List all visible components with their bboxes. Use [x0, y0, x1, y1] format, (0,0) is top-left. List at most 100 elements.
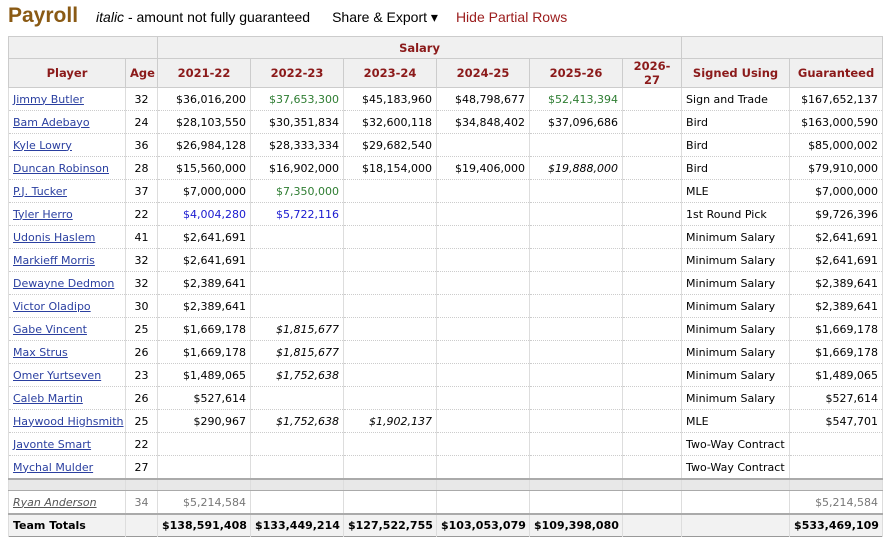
player-link[interactable]: Javonte Smart	[13, 438, 91, 451]
signed-using-cell: Minimum Salary	[681, 225, 791, 249]
salary-cell	[621, 248, 683, 272]
column-header-2026-27[interactable]: 2026-27	[621, 58, 683, 88]
group-blank	[681, 36, 884, 59]
player-link[interactable]: Tyler Herro	[13, 208, 73, 221]
table-row: Gabe Vincent 25 $1,669,178 $1,815,677 Minimu…	[8, 317, 884, 341]
player-link[interactable]: Gabe Vincent	[13, 323, 87, 336]
age-cell: 22	[125, 202, 158, 226]
salary-cell: $7,350,000	[250, 179, 344, 203]
column-header-2023-24[interactable]: 2023-24	[343, 58, 437, 88]
salary-cell	[436, 455, 530, 480]
column-header-age[interactable]: Age	[125, 58, 158, 88]
salary-group-header: Salary	[156, 36, 683, 59]
separator-cell	[157, 478, 251, 491]
age-cell: 41	[125, 225, 158, 249]
salary-cell	[529, 133, 623, 157]
player-cell: Caleb Martin	[8, 386, 126, 410]
salary-cell: $1,669,178	[157, 340, 251, 364]
salary-cell	[529, 455, 623, 480]
guaranteed-cell: $2,389,641	[789, 271, 884, 295]
salary-cell: $19,406,000	[436, 156, 530, 180]
signed-using-cell: Sign and Trade	[681, 87, 791, 111]
column-header-2021-22[interactable]: 2021-22	[157, 58, 251, 88]
salary-cell	[621, 87, 683, 111]
group-blank	[8, 36, 158, 59]
guaranteed-cell: $9,726,396	[789, 202, 884, 226]
salary-cell: $32,600,118	[343, 110, 437, 134]
table-row: Bam Adebayo 24 $28,103,550 $30,351,834 $32,6…	[8, 110, 884, 134]
guaranteed-cell	[789, 432, 884, 456]
player-cell: P.J. Tucker	[8, 179, 126, 203]
separator-row	[8, 478, 884, 491]
salary-cell: $19,888,000	[529, 156, 623, 180]
player-cell: Mychal Mulder	[8, 455, 126, 480]
salary-cell	[157, 432, 251, 456]
column-header-2025-26[interactable]: 2025-26	[529, 58, 623, 88]
player-link[interactable]: Udonis Haslem	[13, 231, 95, 244]
legend-note: italic - amount not fully guaranteed	[96, 9, 310, 25]
salary-cell	[529, 225, 623, 249]
salary-cell: $1,489,065	[157, 363, 251, 387]
separator-cell	[125, 478, 158, 491]
salary-cell: $4,004,280	[157, 202, 251, 226]
guaranteed-cell: $2,389,641	[789, 294, 884, 318]
hide-partial-rows-link[interactable]: Hide Partial Rows	[456, 9, 567, 25]
salary-cell	[343, 340, 437, 364]
player-cell: Victor Oladipo	[8, 294, 126, 318]
salary-cell	[621, 317, 683, 341]
signed-using-cell: Minimum Salary	[681, 248, 791, 272]
signed-using-cell: MLE	[681, 179, 791, 203]
salary-cell	[250, 455, 344, 480]
age-cell: 26	[125, 340, 158, 364]
player-cell: Kyle Lowry	[8, 133, 126, 157]
player-link[interactable]: Ryan Anderson	[13, 496, 97, 509]
signed-using-cell: 1st Round Pick	[681, 202, 791, 226]
dead-money-row: Ryan Anderson 34 $5,214,584 $5,214,584	[8, 490, 884, 515]
separator-cell	[621, 478, 683, 491]
salary-cell	[436, 133, 530, 157]
salary-cell	[529, 179, 623, 203]
player-link[interactable]: Caleb Martin	[13, 392, 83, 405]
share-export-button[interactable]: Share & Export ▾	[332, 9, 438, 26]
player-link[interactable]: Mychal Mulder	[13, 461, 93, 474]
guaranteed-cell: $527,614	[789, 386, 884, 410]
group-header-row: Salary	[8, 36, 884, 59]
player-link[interactable]: Dewayne Dedmon	[13, 277, 114, 290]
player-link[interactable]: Bam Adebayo	[13, 116, 90, 129]
salary-cell: $1,815,677	[250, 317, 344, 341]
salary-cell	[343, 363, 437, 387]
age-cell: 30	[125, 294, 158, 318]
age-cell: 25	[125, 409, 158, 433]
salary-cell	[250, 225, 344, 249]
payroll-header: Payroll italic - amount not fully guaran…	[8, 4, 567, 28]
player-link[interactable]: Haywood Highsmith	[13, 415, 124, 428]
salary-cell	[343, 432, 437, 456]
salary-cell: $1,815,677	[250, 340, 344, 364]
column-header-player[interactable]: Player	[8, 58, 126, 88]
age-cell: 26	[125, 386, 158, 410]
player-link[interactable]: Markieff Morris	[13, 254, 95, 267]
salary-cell	[529, 202, 623, 226]
player-link[interactable]: Victor Oladipo	[13, 300, 91, 313]
salary-cell	[436, 317, 530, 341]
player-link[interactable]: P.J. Tucker	[13, 185, 67, 198]
player-link[interactable]: Duncan Robinson	[13, 162, 109, 175]
column-header-2022-23[interactable]: 2022-23	[250, 58, 344, 88]
page-title: Payroll	[8, 4, 79, 27]
signed-using-cell	[681, 490, 791, 515]
table-row: Max Strus 26 $1,669,178 $1,815,677 Minimum S…	[8, 340, 884, 364]
player-link[interactable]: Kyle Lowry	[13, 139, 72, 152]
column-header-signed-using[interactable]: Signed Using	[681, 58, 791, 88]
salary-cell	[529, 363, 623, 387]
age-cell: 25	[125, 317, 158, 341]
salary-cell	[529, 248, 623, 272]
player-link[interactable]: Jimmy Butler	[13, 93, 84, 106]
player-link[interactable]: Max Strus	[13, 346, 68, 359]
player-cell: Javonte Smart	[8, 432, 126, 456]
column-header-2024-25[interactable]: 2024-25	[436, 58, 530, 88]
column-header-guaranteed[interactable]: Guaranteed	[789, 58, 884, 88]
salary-cell	[621, 294, 683, 318]
player-link[interactable]: Omer Yurtseven	[13, 369, 101, 382]
payroll-table: Salary Player Age 2021-22 2022-23 2023-24 202…	[8, 36, 884, 537]
salary-cell: $290,967	[157, 409, 251, 433]
